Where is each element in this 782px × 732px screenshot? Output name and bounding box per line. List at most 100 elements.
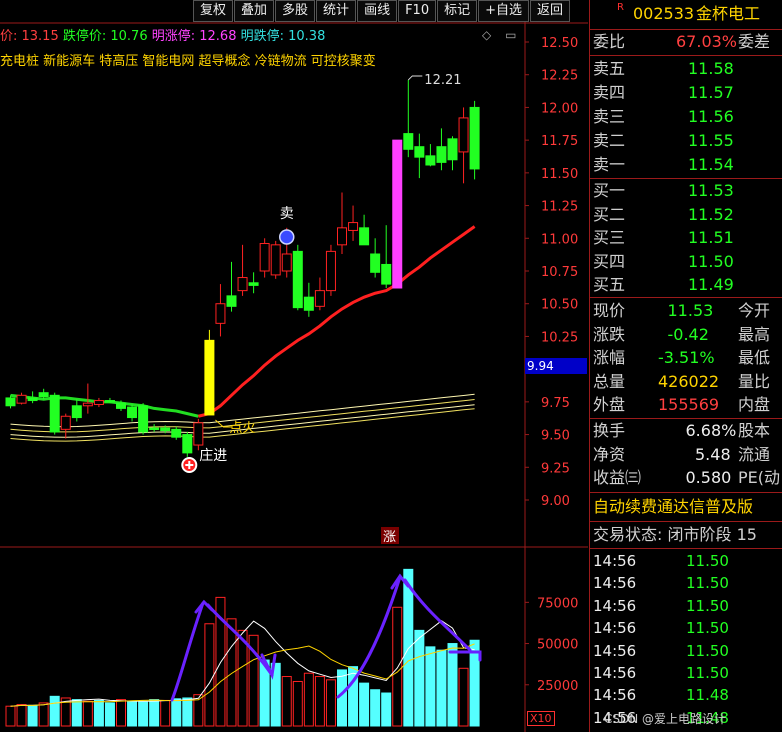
candle [259,238,270,278]
limit-info-3: 明跌停: 10.38 [240,29,326,44]
candle [292,244,303,311]
chart-grid [0,0,588,732]
fundamental-value: 5.48 [695,444,731,464]
quote-row: 涨跌 -0.42 最高 [593,324,770,346]
bid-row: 买五 11.49 [593,274,734,296]
stock-header: R 002533 金杯电工 [590,0,782,28]
candle [60,413,71,439]
toolbar-button-0[interactable]: 复权 [193,0,234,22]
price-tick-label: 12.50 [541,36,578,51]
ask-label: 卖一 [593,155,626,174]
ask-price: 11.55 [688,131,734,150]
volume-tick-label: 25000 [537,679,578,694]
fundamental-value: 0.580 [685,468,732,487]
volume-bar [171,698,182,727]
quote-label: 外盘 [593,395,626,414]
dealer-entry-label: 庄进 [199,447,227,464]
toolbar-button-7[interactable]: +自选 [478,0,530,22]
volume-bar [392,606,403,727]
tick-time: 14:56 [593,619,637,638]
quote-label-2: 量比 [738,371,771,391]
limit-info-2: 明涨停: 12.68 [151,29,241,44]
ask-label: 卖四 [593,83,626,102]
candle [149,424,160,432]
volume-bar [325,679,336,727]
price-tick-label: 11.75 [541,134,578,149]
quote-label-2: 最低 [738,348,771,367]
hand-drawn-arrow [336,575,402,699]
toolbar-button-6[interactable]: 标记 [437,0,478,22]
candle [193,418,204,451]
volume-bar [71,699,82,727]
tick-time: 14:56 [593,596,637,615]
price-tick-label: 9.50 [541,429,570,444]
quote-value: 426022 [658,371,720,391]
volume-bar [182,697,193,727]
quote-value: 155569 [658,395,720,414]
quote-row: 涨幅 -3.51% 最低 [593,347,770,369]
toolbar: 复权 叠加 多股 统计 画线 F10 标记 +自选 返回 [193,0,571,22]
fundamental-row: 换手 6.68% 股本 [593,420,770,442]
order-ratio-value: 67.03% [676,32,738,51]
volume-bar [281,676,292,727]
quote-row: 总量 426022 量比 [593,371,770,393]
toolbar-button-4[interactable]: 画线 [357,0,398,22]
ask-row: 卖三 11.56 [593,106,734,128]
fundamental-label: 净资 [593,444,626,464]
tick-row: 14:56 11.50 [593,640,729,662]
price-tick-label: 11.25 [541,200,578,215]
fundamental-label-2: 流通 [738,444,771,464]
volume-bar [436,649,447,727]
kline-chart[interactable]: 12.50 12.25 12.00 11.75 11.50 11.25 11.00 10.75… [0,0,588,732]
fundamental-label: 收益㈢ [593,468,642,487]
price-limit-info: 价: 13.15 跌停价: 10.76 明涨停: 12.68 明跌停: 10.3… [0,25,325,44]
stock-name[interactable]: 金杯电工 [696,0,760,28]
candle [425,144,436,167]
stock-code[interactable]: 002533 [633,0,694,28]
diamond-icon[interactable]: ◇ [482,28,491,42]
tick-price: 11.50 [686,552,729,570]
toolbar-button-2[interactable]: 多股 [275,0,316,22]
order-ratio-row: 委比 67.03% 委差 [593,31,770,53]
volume-bar [5,705,16,727]
tick-time: 14:56 [593,686,637,705]
quote-row: 外盘 155569 内盘 [593,394,770,416]
toolbar-button-5[interactable]: F10 [398,0,437,22]
ask-row: 卖二 11.55 [593,130,734,152]
watermark: CSDN @爱上电路设计 [604,712,727,726]
volume-bar [138,701,149,727]
flag-badge: R [617,2,624,13]
ignite-label: 点火 [229,421,255,436]
tick-row: 14:56 11.50 [593,572,729,594]
candle [5,395,16,409]
volume-unit: X10 [527,711,555,726]
bid-label: 买二 [593,204,626,224]
tick-row: 14:56 11.50 [593,662,729,684]
quote-value: -0.42 [667,324,709,344]
toolbar-button-8[interactable]: 返回 [530,0,571,22]
toolbar-button-3[interactable]: 统计 [316,0,357,22]
ma-line-green [10,393,199,418]
sell-face-icon [279,229,295,245]
volume-bar [226,618,237,727]
volume-bar [104,702,115,727]
tick-row: 14:56 11.50 [593,595,729,617]
tick-price: 11.50 [686,596,729,615]
volume-bar [127,700,138,727]
ask-label: 卖五 [593,59,626,78]
window-icon[interactable]: ▭ [505,28,516,42]
quote-label: 总量 [593,371,626,391]
volume-bar [160,699,171,727]
fundamental-label-2: PE(动 [738,468,781,487]
volume-tick-label: 50000 [537,638,578,653]
promo-banner[interactable]: 自动续费通达信普及版 [593,496,753,518]
fundamental-row: 收益㈢ 0.580 PE(动 [593,467,780,489]
bid-price: 11.49 [688,275,734,294]
candle [204,329,215,416]
bid-price: 11.52 [688,204,734,224]
candle [469,100,480,180]
toolbar-button-1[interactable]: 叠加 [234,0,275,22]
tick-price: 11.48 [686,686,729,705]
candle [71,399,82,422]
tick-time: 14:56 [593,664,637,682]
